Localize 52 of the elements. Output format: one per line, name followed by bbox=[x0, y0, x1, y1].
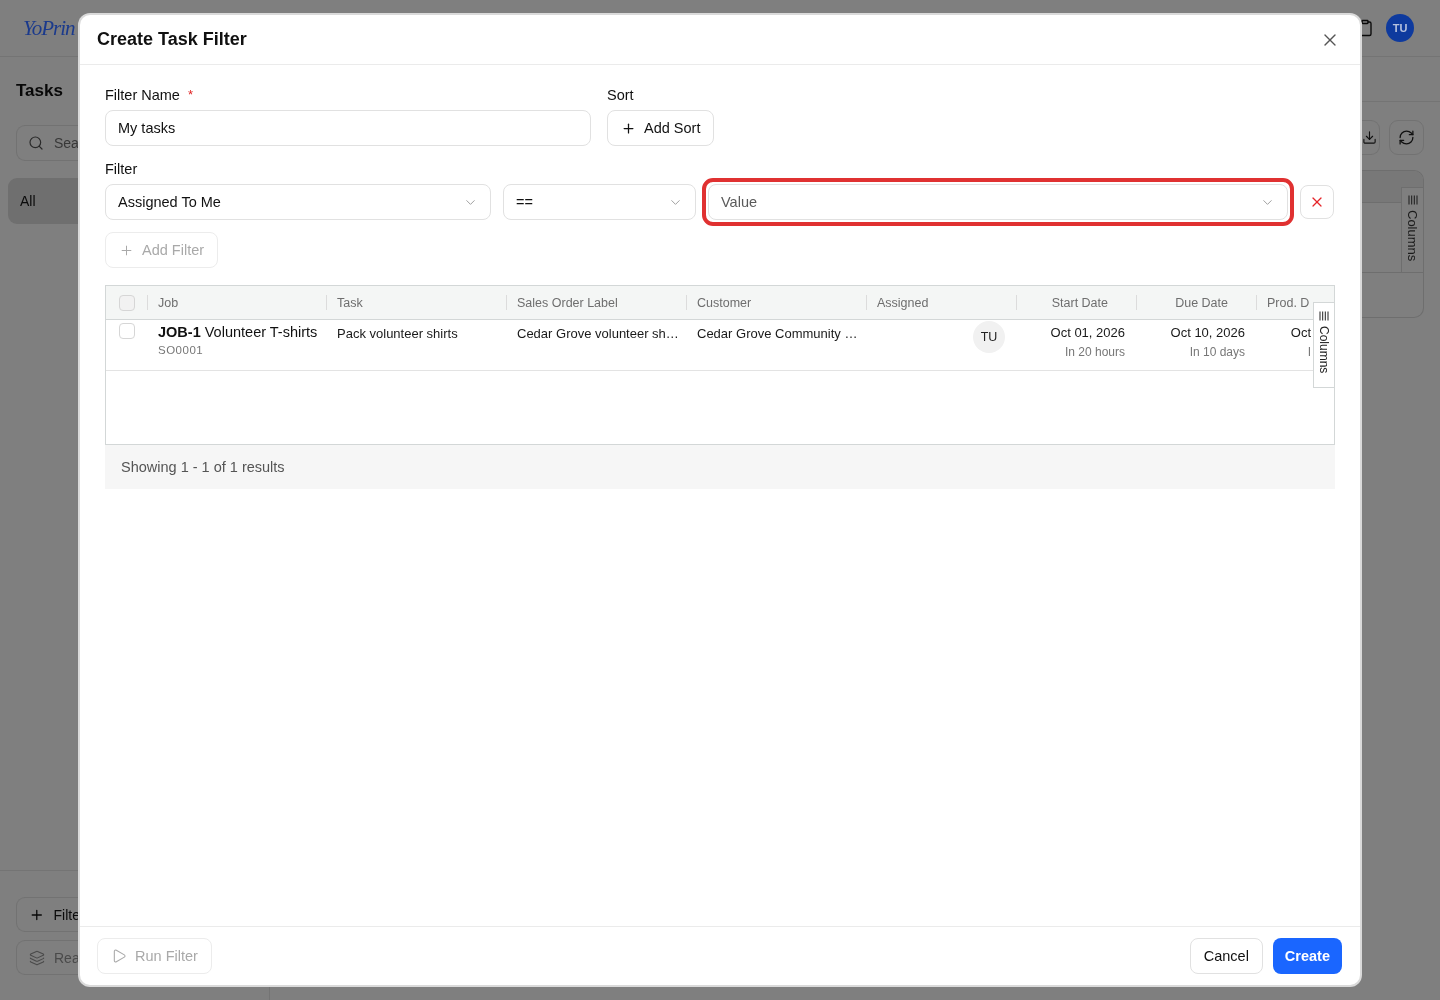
filter-name-input[interactable]: My tasks bbox=[105, 110, 591, 146]
column-header[interactable]: Task bbox=[326, 286, 506, 319]
table-cell: Cedar Grove Community … bbox=[697, 326, 858, 342]
sidebar-title: Tasks bbox=[16, 81, 63, 101]
play-icon bbox=[111, 948, 127, 964]
dialog-title: Create Task Filter bbox=[97, 29, 247, 50]
plus-icon bbox=[621, 120, 636, 136]
field-select[interactable]: Assigned To Me bbox=[105, 184, 491, 220]
assignee-avatar: TU bbox=[973, 321, 1005, 353]
table-cell: Oct bbox=[1290, 324, 1311, 342]
operator-select[interactable]: == bbox=[503, 184, 696, 220]
user-avatar[interactable]: TU bbox=[1386, 14, 1414, 42]
due-date: Oct 10, 2026 bbox=[1170, 324, 1245, 342]
sidebar-item[interactable]: All bbox=[8, 178, 80, 224]
search-icon bbox=[28, 135, 44, 151]
results-summary: Showing 1 - 1 of 1 results bbox=[105, 445, 1335, 489]
refresh-button[interactable] bbox=[1389, 120, 1424, 155]
row-checkbox[interactable] bbox=[118, 323, 135, 339]
search-field[interactable]: Sea bbox=[16, 125, 80, 161]
layers-icon bbox=[29, 949, 45, 966]
column-header[interactable]: Due Date bbox=[1136, 286, 1256, 319]
plus-icon bbox=[119, 242, 134, 258]
relative-time: I bbox=[1307, 344, 1311, 361]
columns-tab[interactable]: Columns bbox=[1313, 302, 1334, 388]
create-button[interactable]: Create bbox=[1272, 938, 1342, 974]
field-label: Filter Name bbox=[105, 86, 180, 104]
logo: YoPrin bbox=[23, 15, 75, 41]
column-header[interactable]: Customer bbox=[686, 286, 866, 319]
required-mark: * bbox=[187, 86, 193, 104]
value-select[interactable]: Value bbox=[708, 184, 1288, 220]
column-header[interactable]: Start Date bbox=[1016, 286, 1136, 319]
column-header[interactable]: Sales Order Label bbox=[506, 286, 686, 319]
relative-time: In 20 hours bbox=[1064, 344, 1125, 361]
column-header[interactable]: Assigned bbox=[866, 286, 1016, 319]
select-all-checkbox[interactable] bbox=[118, 294, 135, 311]
download-icon bbox=[1362, 130, 1377, 145]
vertical-lines-icon bbox=[1319, 311, 1329, 321]
table-cell: Pack volunteer shirts bbox=[337, 326, 458, 342]
columns-tab[interactable]: Columns bbox=[1401, 187, 1423, 273]
vertical-lines-icon bbox=[1407, 195, 1418, 205]
column-header[interactable]: Prod. D bbox=[1256, 286, 1313, 319]
column-header[interactable]: Job bbox=[147, 286, 326, 319]
cancel-button[interactable]: Cancel bbox=[1189, 938, 1263, 974]
relative-time: In 10 days bbox=[1189, 344, 1245, 361]
job-title[interactable]: JOB-1 Volunteer T-shirts bbox=[158, 322, 318, 342]
refresh-icon bbox=[1398, 129, 1415, 146]
start-date: Oct 01, 2026 bbox=[1050, 324, 1125, 342]
sales-order-number: SO0001 bbox=[158, 343, 204, 358]
add-sort-button[interactable]: Add Sort bbox=[607, 110, 715, 146]
field-label: Sort bbox=[607, 86, 634, 104]
field-label: Filter bbox=[105, 160, 138, 178]
table-cell: Cedar Grove volunteer sh… bbox=[517, 326, 679, 342]
